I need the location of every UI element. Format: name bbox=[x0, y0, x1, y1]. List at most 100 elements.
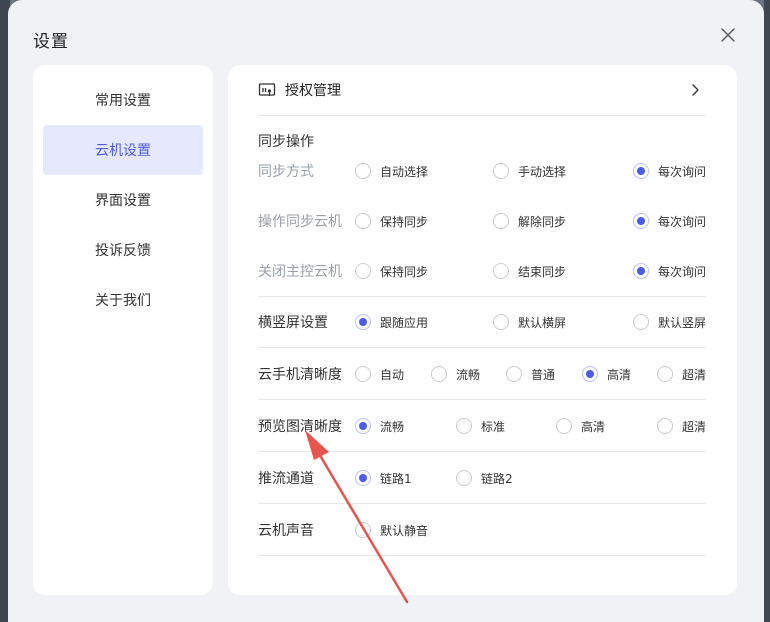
radio-option[interactable]: 每次询问 bbox=[633, 196, 706, 246]
radio-button[interactable] bbox=[493, 263, 509, 279]
settings-row-orientation: 横竖屏设置 跟随应用 默认横屏 默认竖屏 bbox=[258, 297, 706, 348]
radio-button[interactable] bbox=[355, 263, 371, 279]
option-label: 手动选择 bbox=[518, 164, 567, 179]
row-label: 云手机清晰度 bbox=[258, 367, 342, 383]
radio-button[interactable] bbox=[493, 213, 509, 229]
radio-option[interactable]: 保持同步 bbox=[355, 246, 428, 296]
option-label: 流畅 bbox=[380, 419, 405, 434]
radio-button[interactable] bbox=[633, 314, 649, 330]
radio-button[interactable] bbox=[456, 418, 472, 434]
settings-row-operate-sync: 操作同步云机 保持同步 解除同步 每次询问 bbox=[258, 196, 706, 246]
background-app-edge-right bbox=[764, 0, 770, 622]
close-icon bbox=[721, 28, 735, 42]
option-label: 高清 bbox=[581, 419, 606, 434]
option-label: 保持同步 bbox=[380, 214, 429, 229]
option-label: 每次询问 bbox=[658, 214, 707, 229]
radio-button-selected[interactable] bbox=[633, 163, 649, 179]
radio-button[interactable] bbox=[456, 470, 472, 486]
row-label: 关闭主控云机 bbox=[258, 264, 342, 280]
settings-sidebar: 常用设置 云机设置 界面设置 投诉反馈 关于我们 bbox=[33, 65, 213, 595]
radio-option[interactable]: 标准 bbox=[456, 401, 505, 451]
option-label: 链路1 bbox=[380, 471, 412, 486]
settings-row-close-master: 关闭主控云机 保持同步 结束同步 每次询问 bbox=[258, 246, 706, 297]
row-label: 云机声音 bbox=[258, 523, 314, 539]
radio-option[interactable]: 默认静音 bbox=[355, 505, 428, 555]
radio-button-selected[interactable] bbox=[355, 470, 371, 486]
option-label: 每次询问 bbox=[658, 264, 707, 279]
radio-button[interactable] bbox=[657, 366, 673, 382]
option-label: 跟随应用 bbox=[380, 315, 429, 330]
radio-option[interactable]: 流畅 bbox=[355, 401, 404, 451]
radio-button[interactable] bbox=[657, 418, 673, 434]
option-label: 流畅 bbox=[456, 367, 481, 382]
radio-button-selected[interactable] bbox=[355, 314, 371, 330]
option-label: 超清 bbox=[682, 367, 707, 382]
radio-option[interactable]: 跟随应用 bbox=[355, 297, 428, 347]
radio-option[interactable]: 每次询问 bbox=[633, 246, 706, 296]
radio-option[interactable]: 普通 bbox=[506, 349, 555, 399]
radio-option[interactable]: 高清 bbox=[556, 401, 605, 451]
option-label: 标准 bbox=[481, 419, 506, 434]
settings-row-sync-mode: 同步方式 自动选择 手动选择 每次询问 bbox=[258, 146, 706, 196]
settings-row-phone-quality: 云手机清晰度 自动 流畅 普通 高清 超清 bbox=[258, 349, 706, 400]
license-icon bbox=[258, 82, 276, 98]
radio-button[interactable] bbox=[355, 213, 371, 229]
row-label: 操作同步云机 bbox=[258, 214, 342, 230]
radio-option[interactable]: 每次询问 bbox=[633, 146, 706, 196]
sidebar-item-cloud[interactable]: 云机设置 bbox=[43, 125, 203, 175]
auth-management-label: 授权管理 bbox=[285, 83, 341, 99]
radio-option[interactable]: 高清 bbox=[582, 349, 631, 399]
radio-option[interactable]: 默认横屏 bbox=[493, 297, 566, 347]
radio-button[interactable] bbox=[355, 522, 371, 538]
row-label: 推流通道 bbox=[258, 471, 314, 487]
option-label: 保持同步 bbox=[380, 264, 429, 279]
radio-button-selected[interactable] bbox=[633, 263, 649, 279]
option-label: 默认竖屏 bbox=[658, 315, 707, 330]
radio-button[interactable] bbox=[355, 163, 371, 179]
sidebar-item-common[interactable]: 常用设置 bbox=[43, 75, 203, 125]
sidebar-item-about[interactable]: 关于我们 bbox=[43, 275, 203, 325]
sidebar-item-feedback[interactable]: 投诉反馈 bbox=[43, 225, 203, 275]
option-label: 普通 bbox=[531, 367, 556, 382]
settings-dialog: 设置 常用设置 云机设置 界面设置 投诉反馈 关于我们 授权管理 同步操作 同步… bbox=[8, 0, 764, 622]
settings-row-cloud-sound: 云机声音 默认静音 bbox=[258, 505, 706, 556]
radio-button[interactable] bbox=[431, 366, 447, 382]
radio-option[interactable]: 自动选择 bbox=[355, 146, 428, 196]
radio-button-selected[interactable] bbox=[633, 213, 649, 229]
radio-option[interactable]: 保持同步 bbox=[355, 196, 428, 246]
auth-management-row[interactable]: 授权管理 bbox=[258, 65, 706, 116]
option-label: 结束同步 bbox=[518, 264, 567, 279]
settings-row-preview-quality: 预览图清晰度 流畅 标准 高清 超清 bbox=[258, 401, 706, 452]
sidebar-item-interface[interactable]: 界面设置 bbox=[43, 175, 203, 225]
radio-option[interactable]: 超清 bbox=[657, 349, 706, 399]
radio-option[interactable]: 自动 bbox=[355, 349, 404, 399]
settings-row-stream-channel: 推流通道 链路1 链路2 bbox=[258, 453, 706, 504]
option-label: 自动 bbox=[380, 367, 405, 382]
option-label: 解除同步 bbox=[518, 214, 567, 229]
radio-button[interactable] bbox=[493, 163, 509, 179]
radio-button-selected[interactable] bbox=[355, 418, 371, 434]
option-label: 高清 bbox=[607, 367, 632, 382]
radio-option[interactable]: 结束同步 bbox=[493, 246, 566, 296]
dialog-title: 设置 bbox=[33, 32, 69, 52]
option-label: 超清 bbox=[682, 419, 707, 434]
radio-option[interactable]: 手动选择 bbox=[493, 146, 566, 196]
radio-option[interactable]: 链路1 bbox=[355, 453, 412, 503]
option-label: 链路2 bbox=[481, 471, 513, 486]
radio-button[interactable] bbox=[355, 366, 371, 382]
radio-option[interactable]: 流畅 bbox=[431, 349, 480, 399]
option-label: 默认横屏 bbox=[518, 315, 567, 330]
row-label: 横竖屏设置 bbox=[258, 315, 328, 331]
radio-button[interactable] bbox=[493, 314, 509, 330]
option-label: 默认静音 bbox=[380, 523, 429, 538]
radio-option[interactable]: 默认竖屏 bbox=[633, 297, 706, 347]
radio-button[interactable] bbox=[556, 418, 572, 434]
radio-option[interactable]: 解除同步 bbox=[493, 196, 566, 246]
radio-option[interactable]: 链路2 bbox=[456, 453, 513, 503]
row-label: 同步方式 bbox=[258, 164, 314, 180]
settings-content: 授权管理 同步操作 同步方式 自动选择 手动选择 每次询问 操作同步云机 保持同… bbox=[228, 65, 737, 595]
radio-button[interactable] bbox=[506, 366, 522, 382]
close-button[interactable] bbox=[717, 24, 739, 46]
radio-option[interactable]: 超清 bbox=[657, 401, 706, 451]
radio-button-selected[interactable] bbox=[582, 366, 598, 382]
